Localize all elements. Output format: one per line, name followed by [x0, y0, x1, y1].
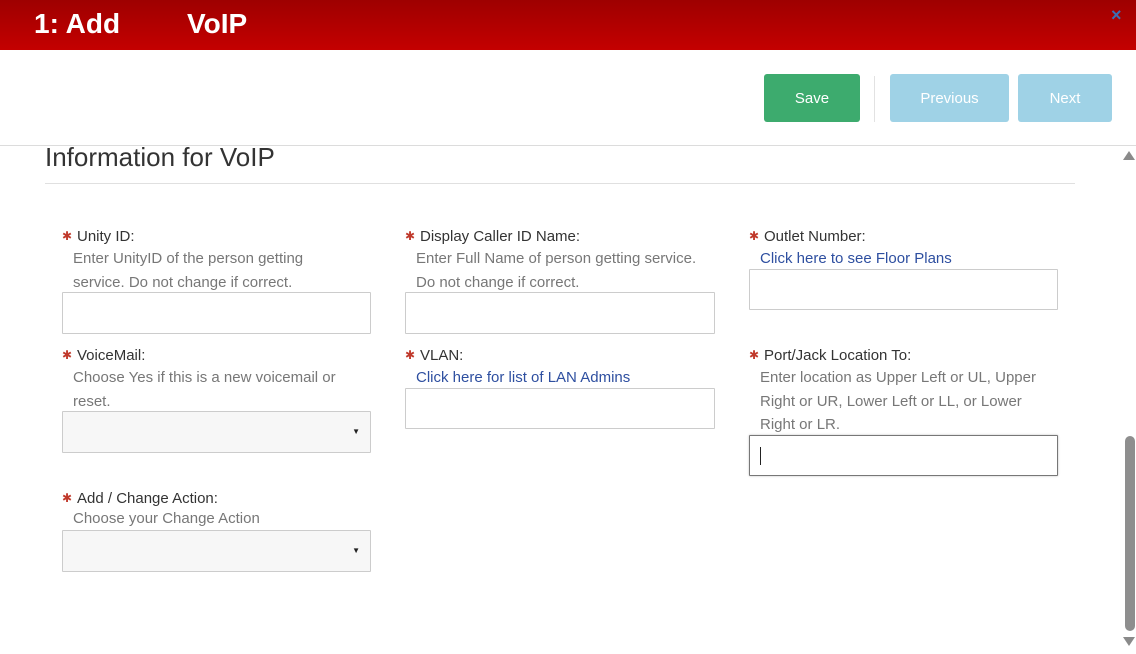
- display-caller-id-label: Display Caller ID Name:: [420, 227, 581, 245]
- port-jack-label: Port/Jack Location To:: [764, 346, 912, 364]
- scroll-down-arrow-icon[interactable]: [1123, 637, 1135, 646]
- outlet-number-label: Outlet Number:: [764, 227, 866, 245]
- voicemail-help-line-1: Choose Yes if this is a new voicemail or: [73, 369, 336, 386]
- close-icon[interactable]: ×: [1111, 5, 1122, 25]
- port-jack-field: ✱ Port/Jack Location To: Enter location …: [749, 345, 1069, 437]
- voicemail-label: VoiceMail:: [77, 346, 146, 364]
- required-asterisk-icon: ✱: [62, 491, 73, 505]
- display-caller-id-input[interactable]: [405, 292, 715, 334]
- change-action-select[interactable]: ▼: [62, 530, 371, 572]
- port-jack-help-line-2: Right or UR, Lower Left or LL, or Lower: [760, 392, 1022, 410]
- display-caller-id-help-line-1: Enter Full Name of person getting servic…: [416, 250, 697, 267]
- voicemail-help-line-2: reset.: [73, 392, 111, 410]
- port-jack-help-line-3: Right or LR.: [760, 416, 841, 433]
- unity-id-input[interactable]: [62, 292, 371, 334]
- required-asterisk-icon: ✱: [62, 229, 73, 243]
- voicemail-field: ✱ VoiceMail: Choose Yes if this is a new…: [62, 345, 382, 413]
- lan-admins-link[interactable]: Click here for list of LAN Admins: [416, 366, 725, 389]
- port-jack-help-line-1: Enter location as Upper Left or UL, Uppe…: [760, 369, 1036, 386]
- caret-down-icon: ▼: [352, 427, 360, 436]
- voicemail-select[interactable]: ▼: [62, 411, 371, 453]
- text-cursor: [760, 447, 761, 465]
- change-action-field: ✱ Add / Change Action: Choose your Chang…: [62, 488, 382, 531]
- change-action-label: Add / Change Action:: [77, 489, 218, 507]
- vlan-label: VLAN:: [420, 346, 464, 364]
- change-action-help-line-1: Choose your Change Action: [73, 510, 260, 527]
- vlan-field: ✱ VLAN: Click here for list of LAN Admin…: [405, 345, 725, 389]
- required-asterisk-icon: ✱: [405, 348, 416, 362]
- title-bar: 1: Add VoIP ×: [0, 0, 1136, 50]
- scroll-up-arrow-icon[interactable]: [1123, 151, 1135, 160]
- required-asterisk-icon: ✱: [62, 348, 73, 362]
- scrollbar-thumb[interactable]: [1125, 436, 1135, 631]
- caret-down-icon: ▼: [352, 546, 360, 555]
- vlan-input[interactable]: [405, 388, 715, 429]
- next-button[interactable]: Next: [1018, 74, 1112, 122]
- floor-plans-link[interactable]: Click here to see Floor Plans: [760, 247, 1069, 270]
- outlet-number-input[interactable]: [749, 269, 1058, 310]
- unity-id-help-line-1: Enter UnityID of the person getting: [73, 250, 304, 267]
- previous-button[interactable]: Previous: [890, 74, 1009, 122]
- unity-id-field: ✱ Unity ID: Enter UnityID of the person …: [62, 226, 382, 294]
- unity-id-label: Unity ID:: [77, 227, 135, 245]
- unity-id-help-line-2: service. Do not change if correct.: [73, 273, 293, 291]
- required-asterisk-icon: ✱: [749, 229, 760, 243]
- port-jack-input[interactable]: [749, 435, 1058, 476]
- section-divider: [45, 183, 1075, 184]
- display-caller-id-field: ✱ Display Caller ID Name: Enter Full Nam…: [405, 226, 725, 294]
- toolbar: Save Previous Next: [0, 50, 1136, 146]
- display-caller-id-help-line-2: Do not change if correct.: [416, 273, 580, 291]
- page-title: VoIP: [187, 8, 248, 39]
- outlet-number-field: ✱ Outlet Number: Click here to see Floor…: [749, 226, 1069, 270]
- required-asterisk-icon: ✱: [749, 348, 760, 362]
- section-title: Information for VoIP: [45, 142, 275, 172]
- toolbar-divider: [874, 76, 875, 122]
- save-button[interactable]: Save: [764, 74, 860, 122]
- step-label: 1: Add: [34, 8, 121, 39]
- required-asterisk-icon: ✱: [405, 229, 416, 243]
